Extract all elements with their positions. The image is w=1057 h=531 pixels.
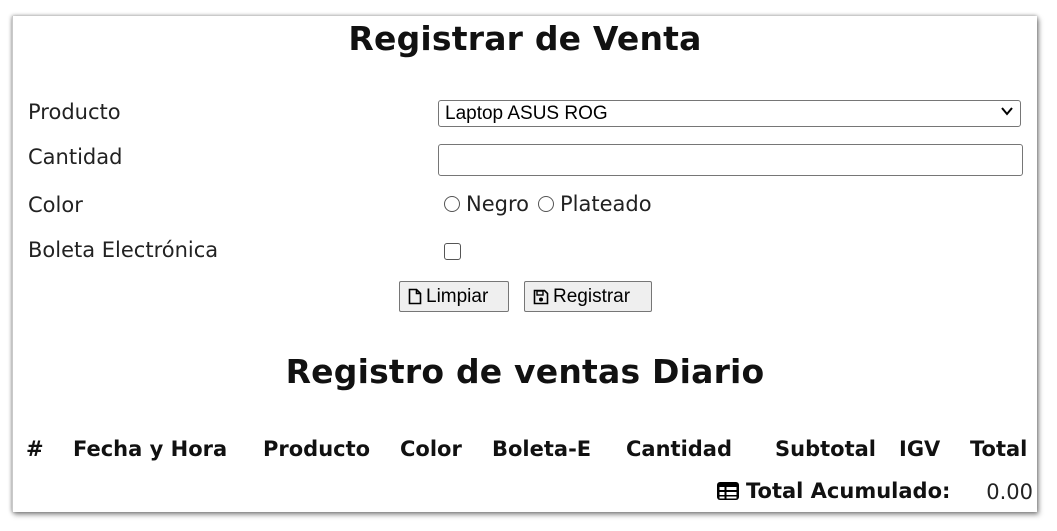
header-color: Color — [400, 437, 462, 461]
cantidad-input[interactable] — [438, 144, 1023, 176]
header-number: # — [26, 437, 44, 461]
form-title: Registrar de Venta — [348, 19, 702, 58]
limpiar-label: Limpiar — [426, 285, 489, 307]
boleta-label: Boleta Electrónica — [28, 238, 219, 262]
color-label: Color — [28, 193, 83, 217]
table-title: Registro de ventas Diario — [285, 352, 765, 391]
boleta-checkbox[interactable] — [444, 243, 461, 260]
radio-negro[interactable] — [444, 196, 460, 212]
header-producto: Producto — [263, 437, 371, 461]
radio-negro-label[interactable]: Negro — [466, 192, 529, 216]
cantidad-label: Cantidad — [28, 145, 123, 169]
producto-label: Producto — [28, 100, 121, 124]
registrar-button[interactable]: Registrar — [524, 281, 652, 312]
producto-selected-value: Laptop ASUS ROG — [445, 103, 608, 124]
total-acumulado-row: Total Acumulado: — [716, 479, 950, 503]
total-acumulado-label: Total Acumulado: — [746, 479, 951, 503]
sales-card: Registrar de Venta Producto Laptop ASUS … — [12, 16, 1037, 512]
radio-plateado[interactable] — [537, 196, 554, 212]
header-total: Total — [970, 437, 1028, 461]
header-fecha-hora: Fecha y Hora — [73, 437, 228, 461]
header-subtotal: Subtotal — [775, 437, 876, 461]
producto-select[interactable]: Laptop ASUS ROG — [438, 100, 1021, 127]
radio-plateado-label[interactable]: Plateado — [560, 192, 652, 216]
registrar-label: Registrar — [553, 285, 631, 307]
total-acumulado-value: 0.00 — [986, 480, 1033, 504]
file-icon — [408, 288, 422, 305]
header-boleta-e: Boleta-E — [492, 437, 592, 461]
header-igv: IGV — [899, 437, 941, 461]
limpiar-button[interactable]: Limpiar — [399, 281, 509, 312]
header-cantidad: Cantidad — [626, 437, 733, 461]
chevron-down-icon — [1001, 107, 1013, 116]
color-radio-group: Negro Plateado — [444, 192, 661, 216]
save-icon — [533, 289, 549, 304]
table-icon — [717, 482, 739, 500]
